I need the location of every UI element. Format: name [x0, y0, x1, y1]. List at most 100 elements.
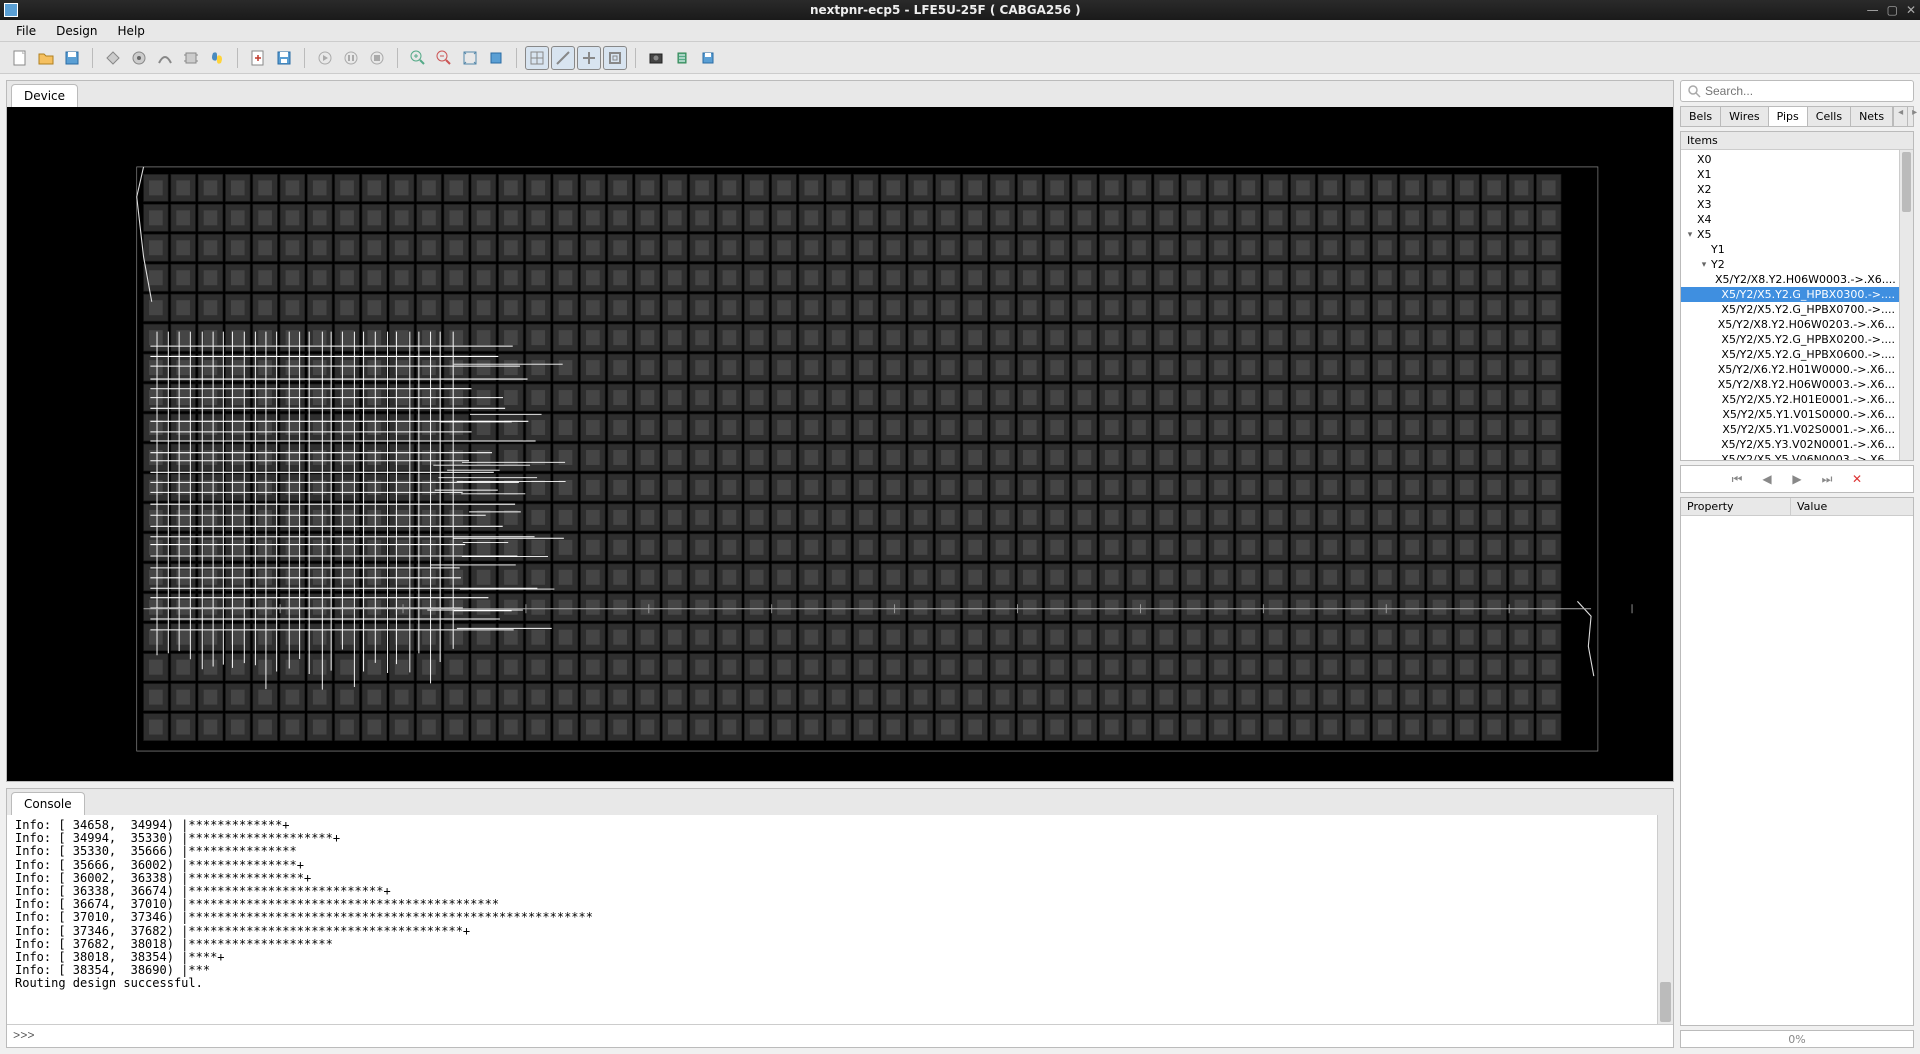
tree-node[interactable]: Y1: [1681, 242, 1899, 257]
tree-node[interactable]: X5/Y2/X8.Y2.H06W0203.->.X6...: [1681, 317, 1899, 332]
tree-node[interactable]: X5/Y2/X5.Y1.V01S0000.->.X6...: [1681, 407, 1899, 422]
record-button[interactable]: [670, 46, 694, 70]
property-box: Property Value: [1680, 497, 1914, 1026]
device-viewport[interactable]: [7, 107, 1673, 781]
chip-button[interactable]: [179, 46, 203, 70]
pack-button[interactable]: [101, 46, 125, 70]
tab-device[interactable]: Device: [11, 84, 78, 107]
tree-node[interactable]: ▾X5: [1681, 227, 1899, 242]
rtab-nets[interactable]: Nets: [1851, 107, 1893, 126]
menubar: File Design Help: [0, 20, 1920, 42]
show-wires-button[interactable]: [551, 46, 575, 70]
rtab-wires[interactable]: Wires: [1721, 107, 1768, 126]
property-header: Property Value: [1681, 498, 1913, 516]
minimize-button[interactable]: —: [1867, 3, 1879, 17]
save-file-button[interactable]: [60, 46, 84, 70]
show-bels-button[interactable]: [603, 46, 627, 70]
tree-node[interactable]: X5/Y2/X5.Y2.G_HPBX0300.->....: [1681, 287, 1899, 302]
selection-nav: ⏮ ◀ ▶ ⏭ ✕: [1680, 465, 1914, 493]
toolbar: [0, 42, 1920, 74]
zoom-in-button[interactable]: [406, 46, 430, 70]
rtab-pips[interactable]: Pips: [1769, 107, 1808, 126]
device-panel: Device: [6, 80, 1674, 782]
tree-node[interactable]: X5/Y2/X5.Y1.V02S0001.->.X6...: [1681, 422, 1899, 437]
show-pips-button[interactable]: [577, 46, 601, 70]
progress-bar: 0%: [1680, 1030, 1914, 1048]
col-property: Property: [1681, 498, 1791, 515]
zoom-selection-button[interactable]: [484, 46, 508, 70]
console-output[interactable]: Info: [ 34658, 34994) |*************+ In…: [7, 815, 1657, 1024]
screenshot-button[interactable]: [644, 46, 668, 70]
window-title: nextpnr-ecp5 - LFE5U-25F ( CABGA256 ): [24, 3, 1867, 17]
tree-list[interactable]: X0X1X2X3X4▾X5Y1▾Y2X5/Y2/X8.Y2.H06W0003.-…: [1681, 150, 1899, 460]
toolbar-separator: [635, 48, 636, 68]
tab-scroll-right[interactable]: ▸: [1907, 107, 1920, 126]
menu-design[interactable]: Design: [46, 22, 107, 40]
toolbar-separator: [237, 48, 238, 68]
search-box[interactable]: [1680, 80, 1914, 102]
tab-scroll-left[interactable]: ◂: [1893, 107, 1907, 126]
tree-node[interactable]: X5/Y2/X5.Y5.V06N0003.->.X6...: [1681, 452, 1899, 460]
rtab-cells[interactable]: Cells: [1808, 107, 1851, 126]
menu-help[interactable]: Help: [108, 22, 155, 40]
tree-node[interactable]: X5/Y2/X5.Y3.V02N0001.->.X6...: [1681, 437, 1899, 452]
tree-node[interactable]: X0: [1681, 152, 1899, 167]
tree-node[interactable]: X5/Y2/X8.Y2.H06W0003.->.X6...: [1681, 377, 1899, 392]
tree-box: Items X0X1X2X3X4▾X5Y1▾Y2X5/Y2/X8.Y2.H06W…: [1680, 131, 1914, 461]
console-tab-row: Console: [7, 789, 1673, 815]
console-panel: Console Info: [ 34658, 34994) |*********…: [6, 788, 1674, 1048]
tree-node[interactable]: ▾Y2: [1681, 257, 1899, 272]
window-controls: — ▢ ✕: [1867, 3, 1916, 17]
search-input[interactable]: [1705, 84, 1907, 98]
tree-node[interactable]: X5/Y2/X8.Y2.H06W0003.->.X6....: [1681, 272, 1899, 287]
menu-file[interactable]: File: [6, 22, 46, 40]
open-file-button[interactable]: [34, 46, 58, 70]
device-tab-row: Device: [7, 81, 1673, 107]
tree-node[interactable]: X5/Y2/X5.Y2.H01E0001.->.X6...: [1681, 392, 1899, 407]
console-scrollbar[interactable]: [1657, 815, 1673, 1024]
tab-console[interactable]: Console: [11, 792, 85, 815]
new-file-button[interactable]: [8, 46, 32, 70]
tree-node[interactable]: X3: [1681, 197, 1899, 212]
nav-clear[interactable]: ✕: [1847, 470, 1867, 488]
tree-node[interactable]: X5/Y2/X5.Y2.G_HPBX0700.->....: [1681, 302, 1899, 317]
zoom-fit-button[interactable]: [458, 46, 482, 70]
tree-node[interactable]: X5/Y2/X5.Y2.G_HPBX0200.->....: [1681, 332, 1899, 347]
col-value: Value: [1791, 498, 1913, 515]
zoom-out-button[interactable]: [432, 46, 456, 70]
tree-node[interactable]: X5/Y2/X5.Y2.G_HPBX0600.->....: [1681, 347, 1899, 362]
export-bitstream-button[interactable]: [696, 46, 720, 70]
play-button[interactable]: [313, 46, 337, 70]
tree-node[interactable]: X2: [1681, 182, 1899, 197]
tree-node[interactable]: X5/Y2/X6.Y2.H01W0000.->.X6...: [1681, 362, 1899, 377]
stop-button[interactable]: [365, 46, 389, 70]
rtab-bels[interactable]: Bels: [1681, 107, 1721, 126]
nav-prev[interactable]: ◀: [1757, 470, 1777, 488]
console-input[interactable]: >>>: [7, 1024, 1673, 1047]
maximize-button[interactable]: ▢: [1887, 3, 1898, 17]
python-button[interactable]: [205, 46, 229, 70]
tree-node[interactable]: X4: [1681, 212, 1899, 227]
place-button[interactable]: [127, 46, 151, 70]
browser-tabs: Bels Wires Pips Cells Nets ◂ ▸: [1680, 106, 1914, 127]
main-area: Device Console Info: [ 34658, 34994) |**…: [0, 74, 1920, 1054]
search-icon: [1687, 84, 1701, 98]
nav-last[interactable]: ⏭: [1817, 470, 1837, 488]
tree-header: Items: [1681, 132, 1913, 150]
nav-first[interactable]: ⏮: [1727, 470, 1747, 488]
nav-next[interactable]: ▶: [1787, 470, 1807, 488]
toolbar-separator: [516, 48, 517, 68]
tree-scrollbar[interactable]: [1899, 150, 1913, 460]
export-button[interactable]: [272, 46, 296, 70]
pause-button[interactable]: [339, 46, 363, 70]
tree-node[interactable]: X1: [1681, 167, 1899, 182]
close-window-button[interactable]: ✕: [1906, 3, 1916, 17]
toolbar-separator: [397, 48, 398, 68]
import-button[interactable]: [246, 46, 270, 70]
progress-text: 0%: [1788, 1033, 1805, 1046]
route-button[interactable]: [153, 46, 177, 70]
left-column: Device Console Info: [ 34658, 34994) |**…: [0, 74, 1680, 1054]
show-grid-button[interactable]: [525, 46, 549, 70]
app-icon: [4, 3, 18, 17]
toolbar-separator: [92, 48, 93, 68]
